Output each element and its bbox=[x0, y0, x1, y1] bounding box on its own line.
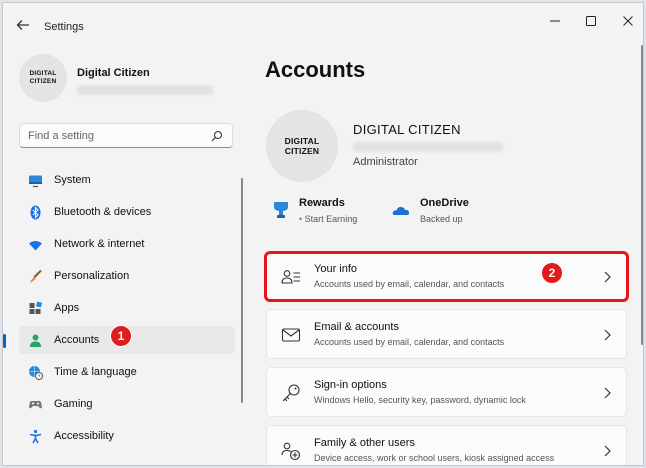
rewards-subtitle-text: Start Earning bbox=[304, 214, 358, 224]
sidebar-item-label: Time & language bbox=[54, 366, 137, 378]
sidebar-item-label: Accessibility bbox=[54, 430, 114, 442]
page-title: Accounts bbox=[265, 57, 366, 82]
chevron-right-icon bbox=[604, 387, 611, 399]
wifi-icon bbox=[29, 241, 42, 251]
callout-marker-1: 1 bbox=[110, 325, 132, 347]
card-subtitle: Device access, work or school users, kio… bbox=[314, 453, 555, 463]
onedrive-title: OneDrive bbox=[420, 197, 469, 209]
account-email-redacted bbox=[353, 142, 503, 152]
sidebar-item-network[interactable]: Network & internet bbox=[19, 230, 235, 258]
sidebar-nav: System Bluetooth & devices Network & int… bbox=[3, 166, 235, 454]
card-family-other-users[interactable]: Family & other users Device access, work… bbox=[266, 425, 627, 465]
account-role: Administrator bbox=[353, 156, 418, 168]
search-box[interactable] bbox=[19, 123, 233, 148]
globe-clock-icon bbox=[29, 366, 43, 380]
sidebar-item-system[interactable]: System bbox=[19, 166, 235, 194]
card-subtitle: Accounts used by email, calendar, and co… bbox=[314, 337, 505, 347]
rewards-trophy-icon bbox=[274, 202, 288, 218]
account-name: DIGITAL CITIZEN bbox=[353, 122, 461, 137]
window-title: Settings bbox=[44, 21, 84, 33]
onedrive-subtitle: Backed up bbox=[420, 214, 463, 224]
display-icon bbox=[29, 175, 42, 188]
main-scrollbar[interactable] bbox=[641, 45, 643, 345]
account-avatar[interactable]: DIGITAL CITIZEN bbox=[266, 110, 338, 182]
sidebar-item-apps[interactable]: Apps bbox=[19, 294, 235, 322]
settings-window: Settings DIGITAL CITIZEN Digital Citizen bbox=[2, 2, 644, 466]
profile-avatar[interactable]: DIGITAL CITIZEN bbox=[19, 54, 67, 102]
bluetooth-icon bbox=[30, 205, 41, 220]
profile-name: Digital Citizen bbox=[77, 67, 150, 79]
maximize-icon bbox=[586, 16, 596, 26]
sidebar-item-label: Accounts bbox=[54, 334, 100, 346]
maximize-button[interactable] bbox=[580, 12, 602, 30]
avatar-logo-line1: DIGITAL bbox=[29, 70, 57, 77]
sidebar-item-label: Gaming bbox=[54, 398, 93, 410]
card-email-accounts[interactable]: Email & accounts Accounts used by email,… bbox=[266, 309, 627, 359]
search-icon[interactable] bbox=[211, 130, 223, 142]
sidebar-item-label: Apps bbox=[54, 302, 80, 314]
search-input[interactable] bbox=[28, 128, 198, 144]
sidebar-item-label: Bluetooth & devices bbox=[54, 206, 152, 218]
card-title: Email & accounts bbox=[314, 321, 399, 333]
rewards-subtitle: • Start Earning bbox=[299, 214, 357, 224]
key-icon bbox=[282, 384, 300, 402]
chevron-right-icon bbox=[604, 445, 611, 457]
sidebar-item-personalization[interactable]: Personalization bbox=[19, 262, 235, 290]
brush-icon bbox=[30, 269, 42, 283]
profile-email-redacted bbox=[77, 85, 213, 95]
sidebar-item-time-language[interactable]: Time & language bbox=[19, 358, 235, 386]
close-icon bbox=[623, 16, 633, 26]
active-indicator bbox=[3, 334, 6, 348]
chevron-right-icon bbox=[604, 329, 611, 341]
sidebar-item-accessibility[interactable]: Accessibility bbox=[19, 422, 235, 450]
sidebar-item-bluetooth[interactable]: Bluetooth & devices bbox=[19, 198, 235, 226]
family-add-icon bbox=[281, 442, 301, 461]
minimize-button[interactable] bbox=[544, 12, 566, 30]
mail-icon bbox=[281, 328, 301, 342]
avatar-logo-line2: CITIZEN bbox=[284, 146, 320, 156]
sidebar-item-gaming[interactable]: Gaming bbox=[19, 390, 235, 418]
sidebar-item-label: Personalization bbox=[54, 270, 130, 282]
apps-icon bbox=[29, 301, 43, 314]
highlight-box bbox=[264, 251, 629, 302]
minimize-icon bbox=[550, 20, 560, 22]
card-title: Sign-in options bbox=[314, 379, 387, 391]
sidebar-scrollbar[interactable] bbox=[241, 178, 243, 403]
card-sign-in-options[interactable]: Sign-in options Windows Hello, security … bbox=[266, 367, 627, 417]
back-arrow-icon[interactable] bbox=[15, 17, 31, 33]
person-icon bbox=[30, 334, 41, 347]
close-button[interactable] bbox=[617, 12, 639, 30]
onedrive-cloud-icon bbox=[392, 206, 410, 215]
avatar-logo-line2: CITIZEN bbox=[29, 78, 57, 85]
avatar-logo-line1: DIGITAL bbox=[284, 136, 320, 146]
title-bar: Settings bbox=[3, 3, 643, 43]
rewards-dot-icon: • bbox=[299, 214, 303, 224]
accessibility-icon bbox=[29, 429, 42, 444]
sidebar-item-label: System bbox=[54, 174, 91, 186]
callout-marker-2: 2 bbox=[541, 262, 563, 284]
card-title: Family & other users bbox=[314, 437, 415, 449]
rewards-title: Rewards bbox=[299, 197, 345, 209]
sidebar-item-label: Network & internet bbox=[54, 238, 145, 250]
card-subtitle: Windows Hello, security key, password, d… bbox=[314, 395, 526, 405]
gamepad-icon bbox=[29, 400, 42, 409]
